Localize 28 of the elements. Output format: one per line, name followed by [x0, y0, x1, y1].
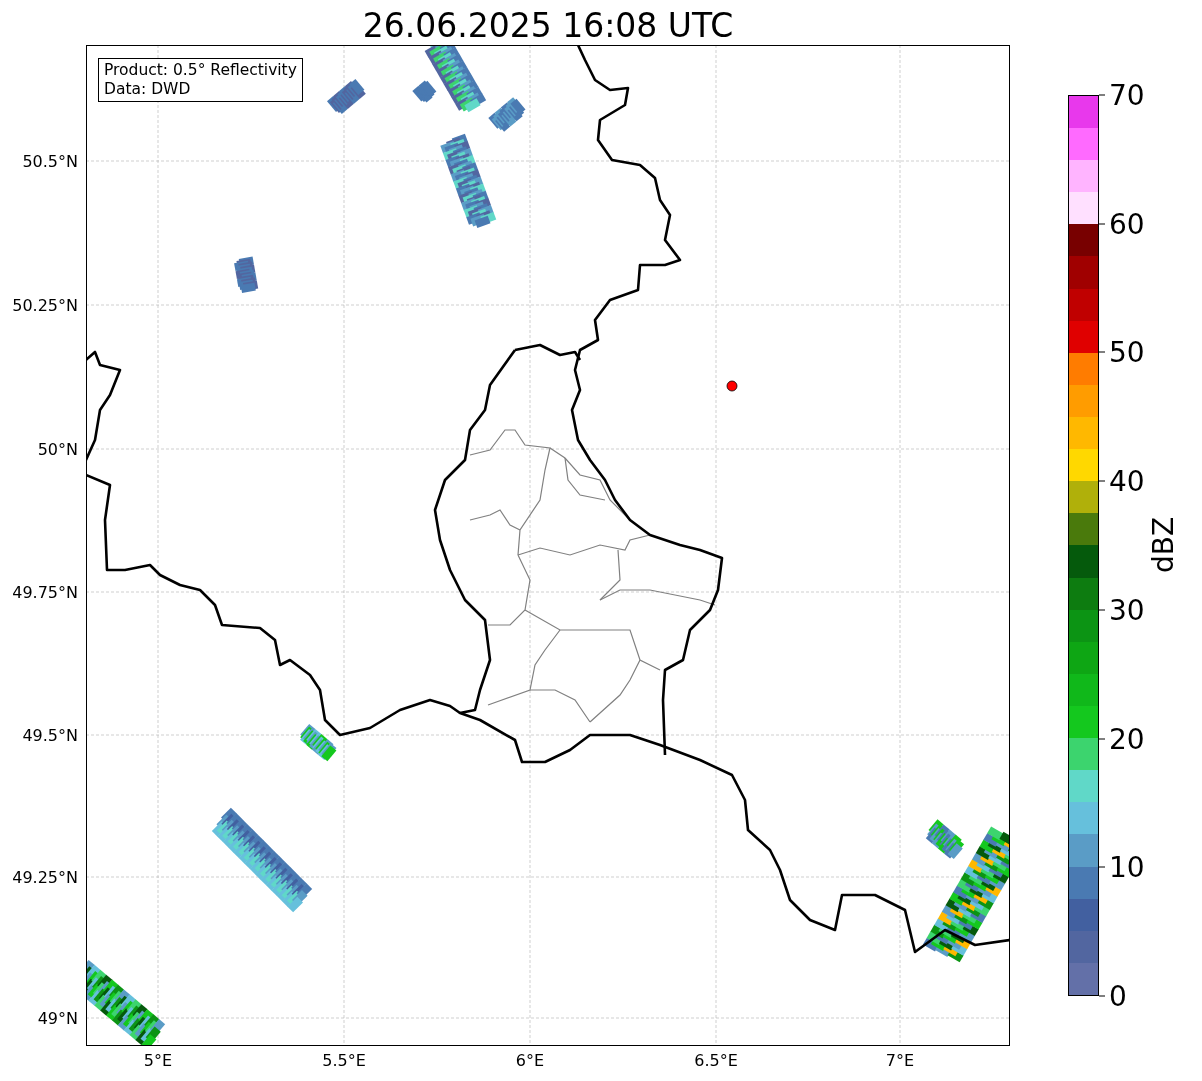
latitude-label: 50°N	[37, 439, 78, 459]
longitude-label: 5°E	[143, 1051, 173, 1070]
longitude-label: 6.5°E	[694, 1051, 738, 1070]
latitude-label: 50.25°N	[12, 295, 78, 315]
latitude-label: 49°N	[37, 1008, 78, 1028]
latitude-label: 50.5°N	[22, 151, 78, 171]
colorbar-label: 70	[1109, 78, 1145, 112]
colorbar-label: 60	[1109, 207, 1145, 241]
latitude-label: 49.75°N	[12, 582, 78, 602]
colorbar-label: 50	[1109, 335, 1145, 369]
marker-dot	[726, 380, 738, 392]
colorbar-label: 40	[1109, 464, 1145, 498]
legend-text: Product: 0.5° Reflectivity	[104, 61, 297, 80]
colorbar-label: 30	[1109, 593, 1145, 627]
legend-text: Data: DWD	[104, 80, 192, 99]
chart-title: 26.06.2025 16:08 UTC	[361, 9, 735, 45]
longitude-label: 7°E	[885, 1051, 915, 1070]
longitude-label: 6°E	[515, 1051, 545, 1070]
colorbar-label: 10	[1109, 850, 1145, 884]
radar-echo	[300, 723, 337, 762]
colorbar-title: dBZ	[1146, 516, 1180, 574]
longitude-label: 5.5°E	[322, 1051, 366, 1070]
latitude-label: 49.5°N	[22, 725, 78, 745]
colorbar-label: 20	[1109, 722, 1145, 756]
colorbar-label: 0	[1109, 979, 1127, 1013]
latitude-label: 49.25°N	[12, 867, 78, 887]
radar-echo	[327, 79, 366, 114]
radar-echo	[234, 256, 259, 293]
